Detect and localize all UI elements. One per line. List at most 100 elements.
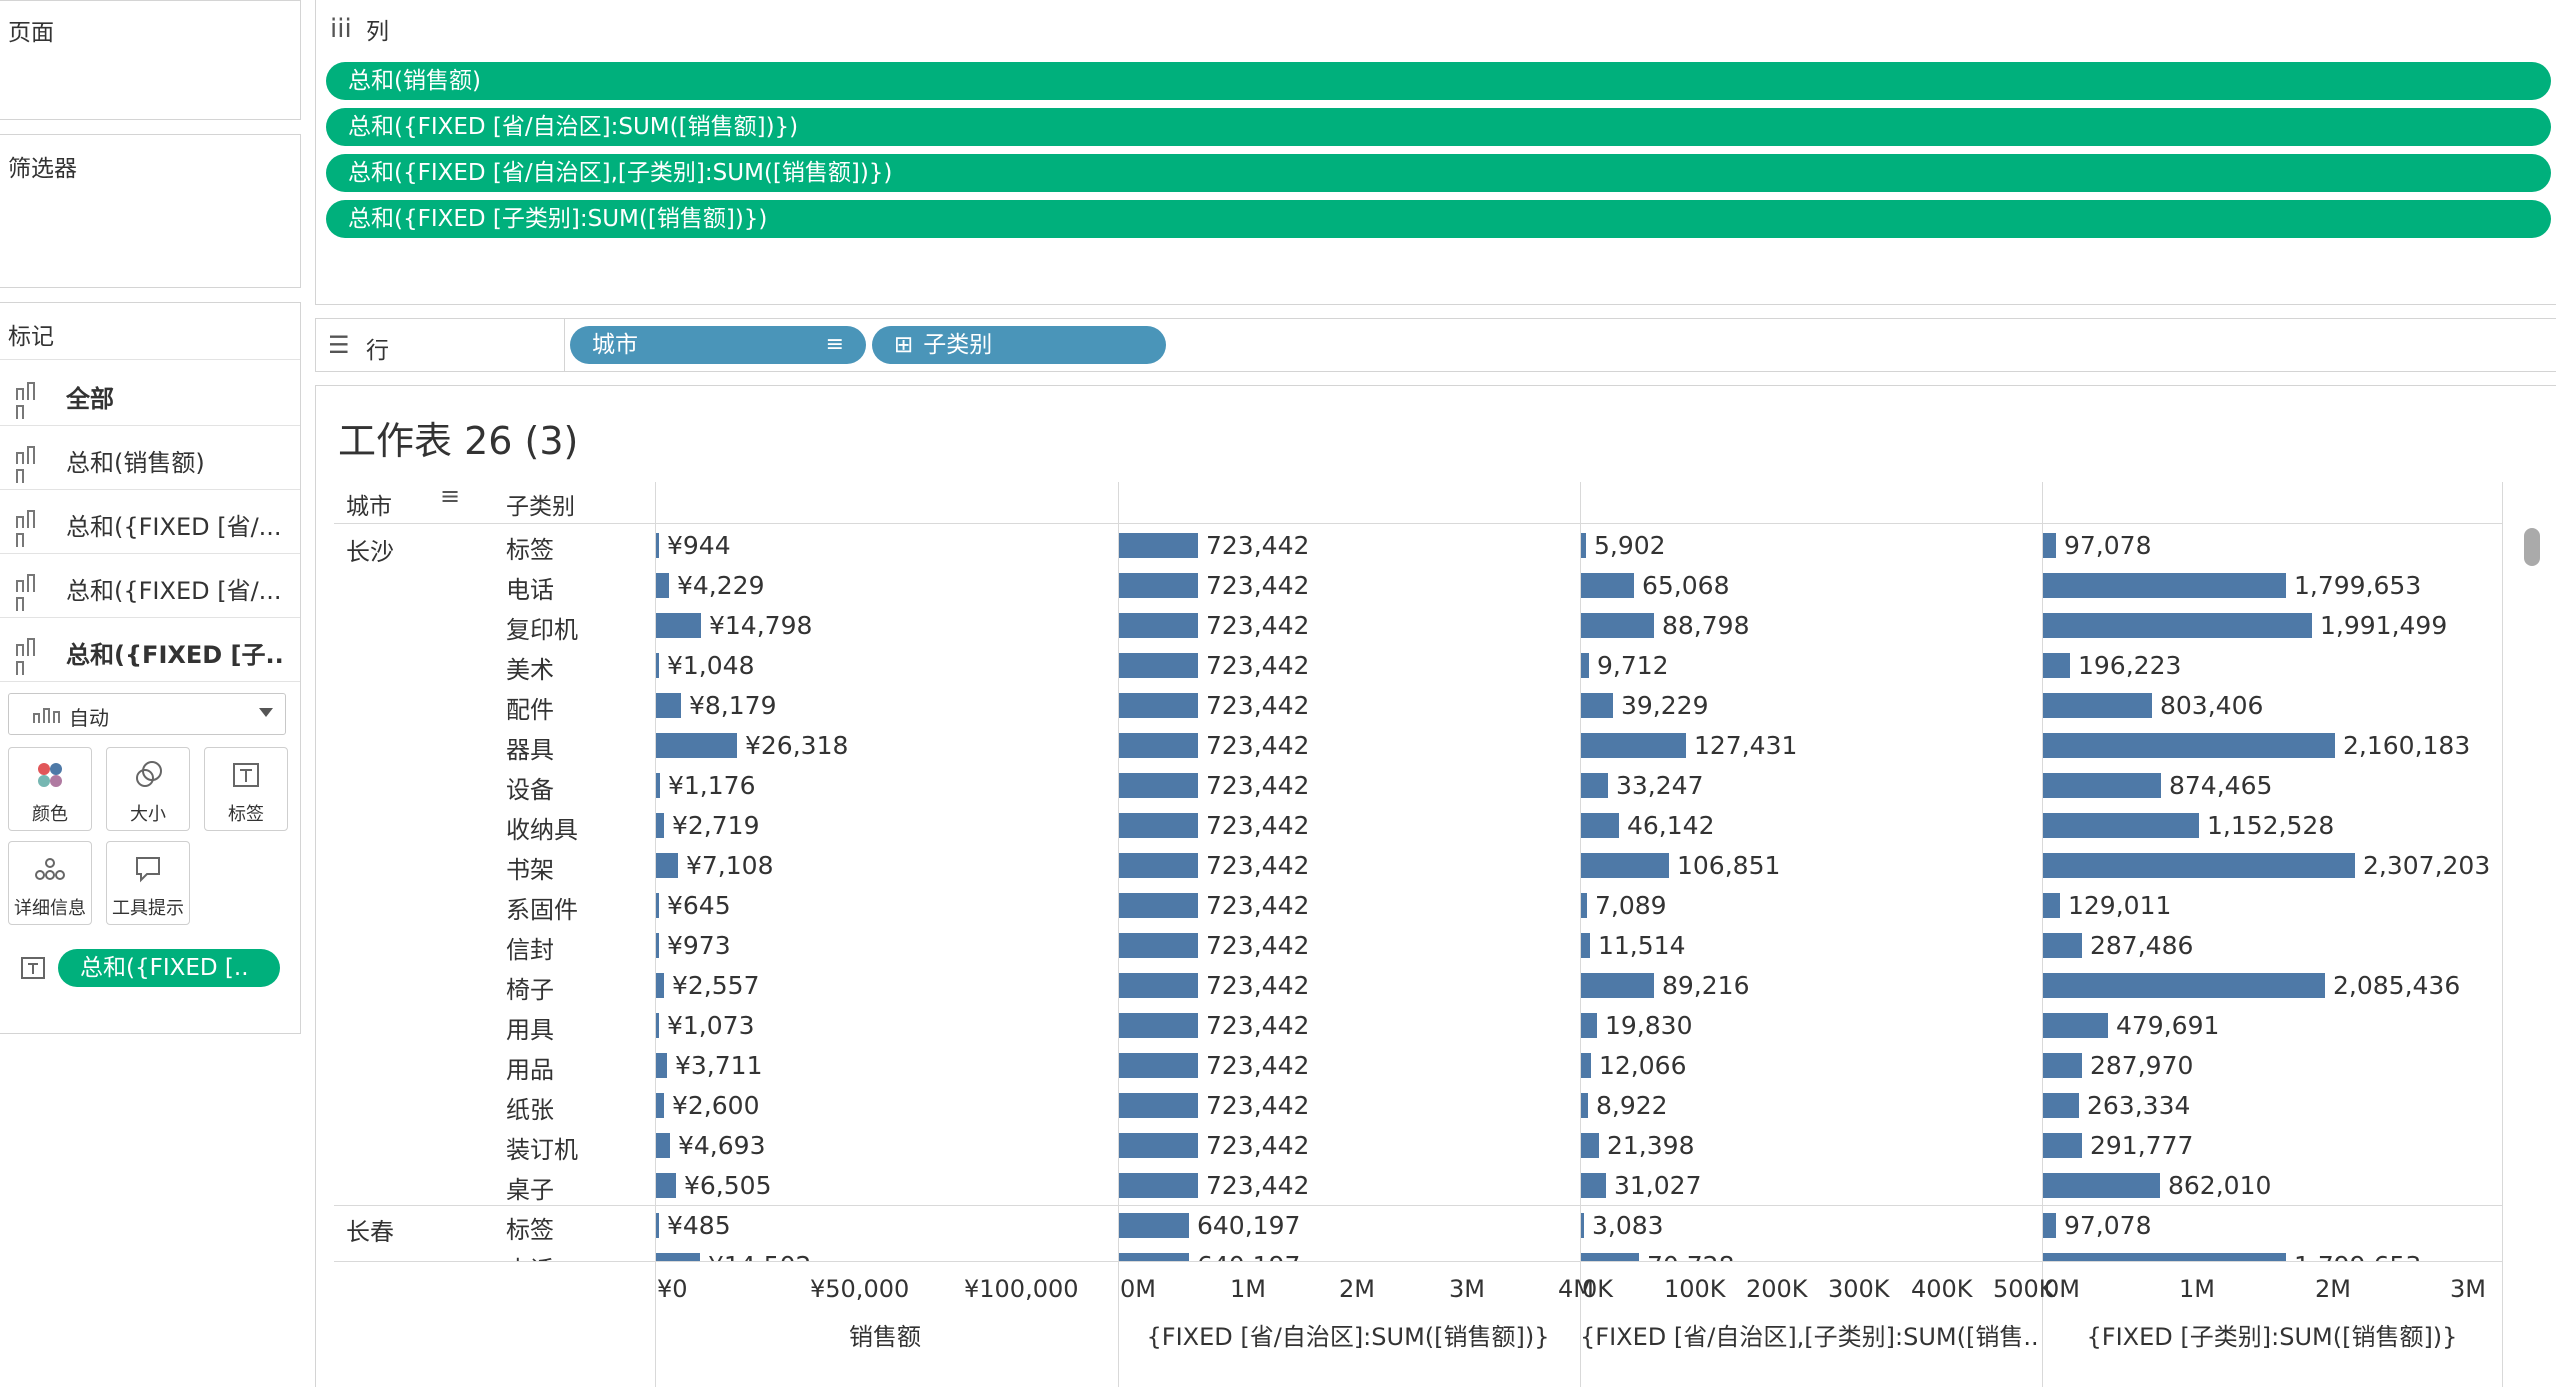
bar[interactable] — [2043, 1093, 2079, 1118]
bar[interactable] — [1581, 813, 1619, 838]
bar[interactable] — [1581, 613, 1654, 638]
bar[interactable] — [1119, 733, 1198, 758]
pages-card[interactable]: 页面 — [0, 0, 301, 120]
bar[interactable] — [2043, 773, 2161, 798]
column-pill-fixed-prov[interactable]: 总和({FIXED [省/自治区]:SUM([销售额])}) — [326, 108, 2551, 146]
bar[interactable] — [2043, 613, 2312, 638]
bar[interactable] — [1119, 1053, 1198, 1078]
bar[interactable] — [1581, 1093, 1588, 1118]
bar[interactable] — [656, 813, 664, 838]
bar[interactable] — [2043, 853, 2355, 878]
bar[interactable] — [1119, 1093, 1198, 1118]
filters-card[interactable]: 筛选器 — [0, 134, 301, 288]
bar[interactable] — [1119, 653, 1198, 678]
marks-row-sales[interactable]: 总和(销售额) — [0, 425, 300, 490]
bar[interactable] — [656, 1173, 676, 1198]
bar[interactable] — [656, 573, 669, 598]
bar[interactable] — [656, 1253, 700, 1261]
bar[interactable] — [1119, 893, 1198, 918]
bar[interactable] — [2043, 533, 2056, 558]
column-pill-fixed-sub[interactable]: 总和({FIXED [子类别]:SUM([销售额])}) — [326, 200, 2551, 238]
data-label: 723,442 — [1206, 931, 1310, 960]
bar[interactable] — [656, 653, 659, 678]
bar[interactable] — [2043, 1173, 2160, 1198]
bar[interactable] — [1581, 653, 1589, 678]
marks-row-all[interactable]: 全部 — [0, 361, 300, 426]
bar[interactable] — [2043, 933, 2082, 958]
bar[interactable] — [656, 693, 681, 718]
bar[interactable] — [1581, 693, 1613, 718]
bar[interactable] — [656, 853, 678, 878]
column-pill-sales[interactable]: 总和(销售额) — [326, 62, 2551, 100]
bar[interactable] — [1581, 973, 1654, 998]
bar[interactable] — [656, 1133, 670, 1158]
bar[interactable] — [1119, 573, 1198, 598]
bar[interactable] — [1581, 853, 1669, 878]
label-pill[interactable]: 总和({FIXED [.. — [58, 949, 280, 987]
bar[interactable] — [2043, 813, 2199, 838]
bar[interactable] — [1119, 1173, 1198, 1198]
bar[interactable] — [656, 1053, 667, 1078]
bar[interactable] — [656, 1093, 664, 1118]
bar[interactable] — [1581, 893, 1587, 918]
bar[interactable] — [1119, 1133, 1198, 1158]
detail-button[interactable]: 详细信息 — [8, 841, 92, 925]
bar[interactable] — [2043, 573, 2286, 598]
bar[interactable] — [656, 613, 701, 638]
bar[interactable] — [656, 1013, 659, 1038]
bar[interactable] — [1119, 973, 1198, 998]
bar[interactable] — [1119, 773, 1198, 798]
bar[interactable] — [2043, 1053, 2082, 1078]
bar[interactable] — [1581, 1213, 1584, 1238]
bar[interactable] — [2043, 893, 2060, 918]
data-label: ¥6,505 — [684, 1171, 772, 1200]
bar[interactable] — [1119, 1253, 1189, 1261]
marks-row-fixed-prov-sub[interactable]: 总和({FIXED [省/... — [0, 553, 300, 618]
color-button[interactable]: 颜色 — [8, 747, 92, 831]
bar[interactable] — [2043, 973, 2325, 998]
bar[interactable] — [1119, 1213, 1189, 1238]
bar[interactable] — [2043, 1013, 2108, 1038]
bar[interactable] — [656, 933, 659, 958]
bar[interactable] — [2043, 733, 2335, 758]
bar[interactable] — [1581, 533, 1586, 558]
bar[interactable] — [1119, 813, 1198, 838]
bar[interactable] — [656, 1213, 659, 1238]
bar[interactable] — [1581, 1173, 1606, 1198]
bar[interactable] — [2043, 1213, 2056, 1238]
row-pill-subcategory[interactable]: ⊞ 子类别 — [872, 326, 1166, 364]
bar[interactable] — [1119, 1013, 1198, 1038]
bar[interactable] — [1581, 1133, 1599, 1158]
mark-type-dropdown[interactable]: 自动 — [8, 693, 286, 735]
column-pill-fixed-prov-sub[interactable]: 总和({FIXED [省/自治区],[子类别]:SUM([销售额])}) — [326, 154, 2551, 192]
bar[interactable] — [1119, 853, 1198, 878]
tooltip-button[interactable]: 工具提示 — [106, 841, 190, 925]
bar[interactable] — [656, 773, 660, 798]
marks-row-fixed-sub[interactable]: 总和({FIXED [子... — [0, 617, 300, 682]
bar[interactable] — [1119, 533, 1198, 558]
bar[interactable] — [1581, 1253, 1639, 1261]
bar[interactable] — [656, 533, 659, 558]
label-button[interactable]: 标签 — [204, 747, 288, 831]
scrollbar-thumb[interactable] — [2524, 528, 2540, 566]
bar[interactable] — [1581, 1013, 1597, 1038]
bar[interactable] — [1119, 613, 1198, 638]
row-pill-city[interactable]: 城市 ≡ — [570, 326, 866, 364]
bar[interactable] — [2043, 653, 2070, 678]
marks-row-fixed-prov[interactable]: 总和({FIXED [省/... — [0, 489, 300, 554]
bar[interactable] — [1119, 933, 1198, 958]
bar[interactable] — [2043, 1133, 2082, 1158]
bar[interactable] — [1581, 933, 1590, 958]
bar[interactable] — [2043, 693, 2152, 718]
bar[interactable] — [1119, 693, 1198, 718]
bar[interactable] — [2043, 1253, 2286, 1261]
bar[interactable] — [1581, 733, 1686, 758]
bar[interactable] — [1581, 773, 1608, 798]
bar[interactable] — [1581, 1053, 1591, 1078]
bar[interactable] — [656, 973, 664, 998]
bar[interactable] — [1581, 573, 1634, 598]
bar[interactable] — [656, 733, 737, 758]
size-button[interactable]: 大小 — [106, 747, 190, 831]
data-label: 88,798 — [1662, 611, 1750, 640]
bar[interactable] — [656, 893, 659, 918]
